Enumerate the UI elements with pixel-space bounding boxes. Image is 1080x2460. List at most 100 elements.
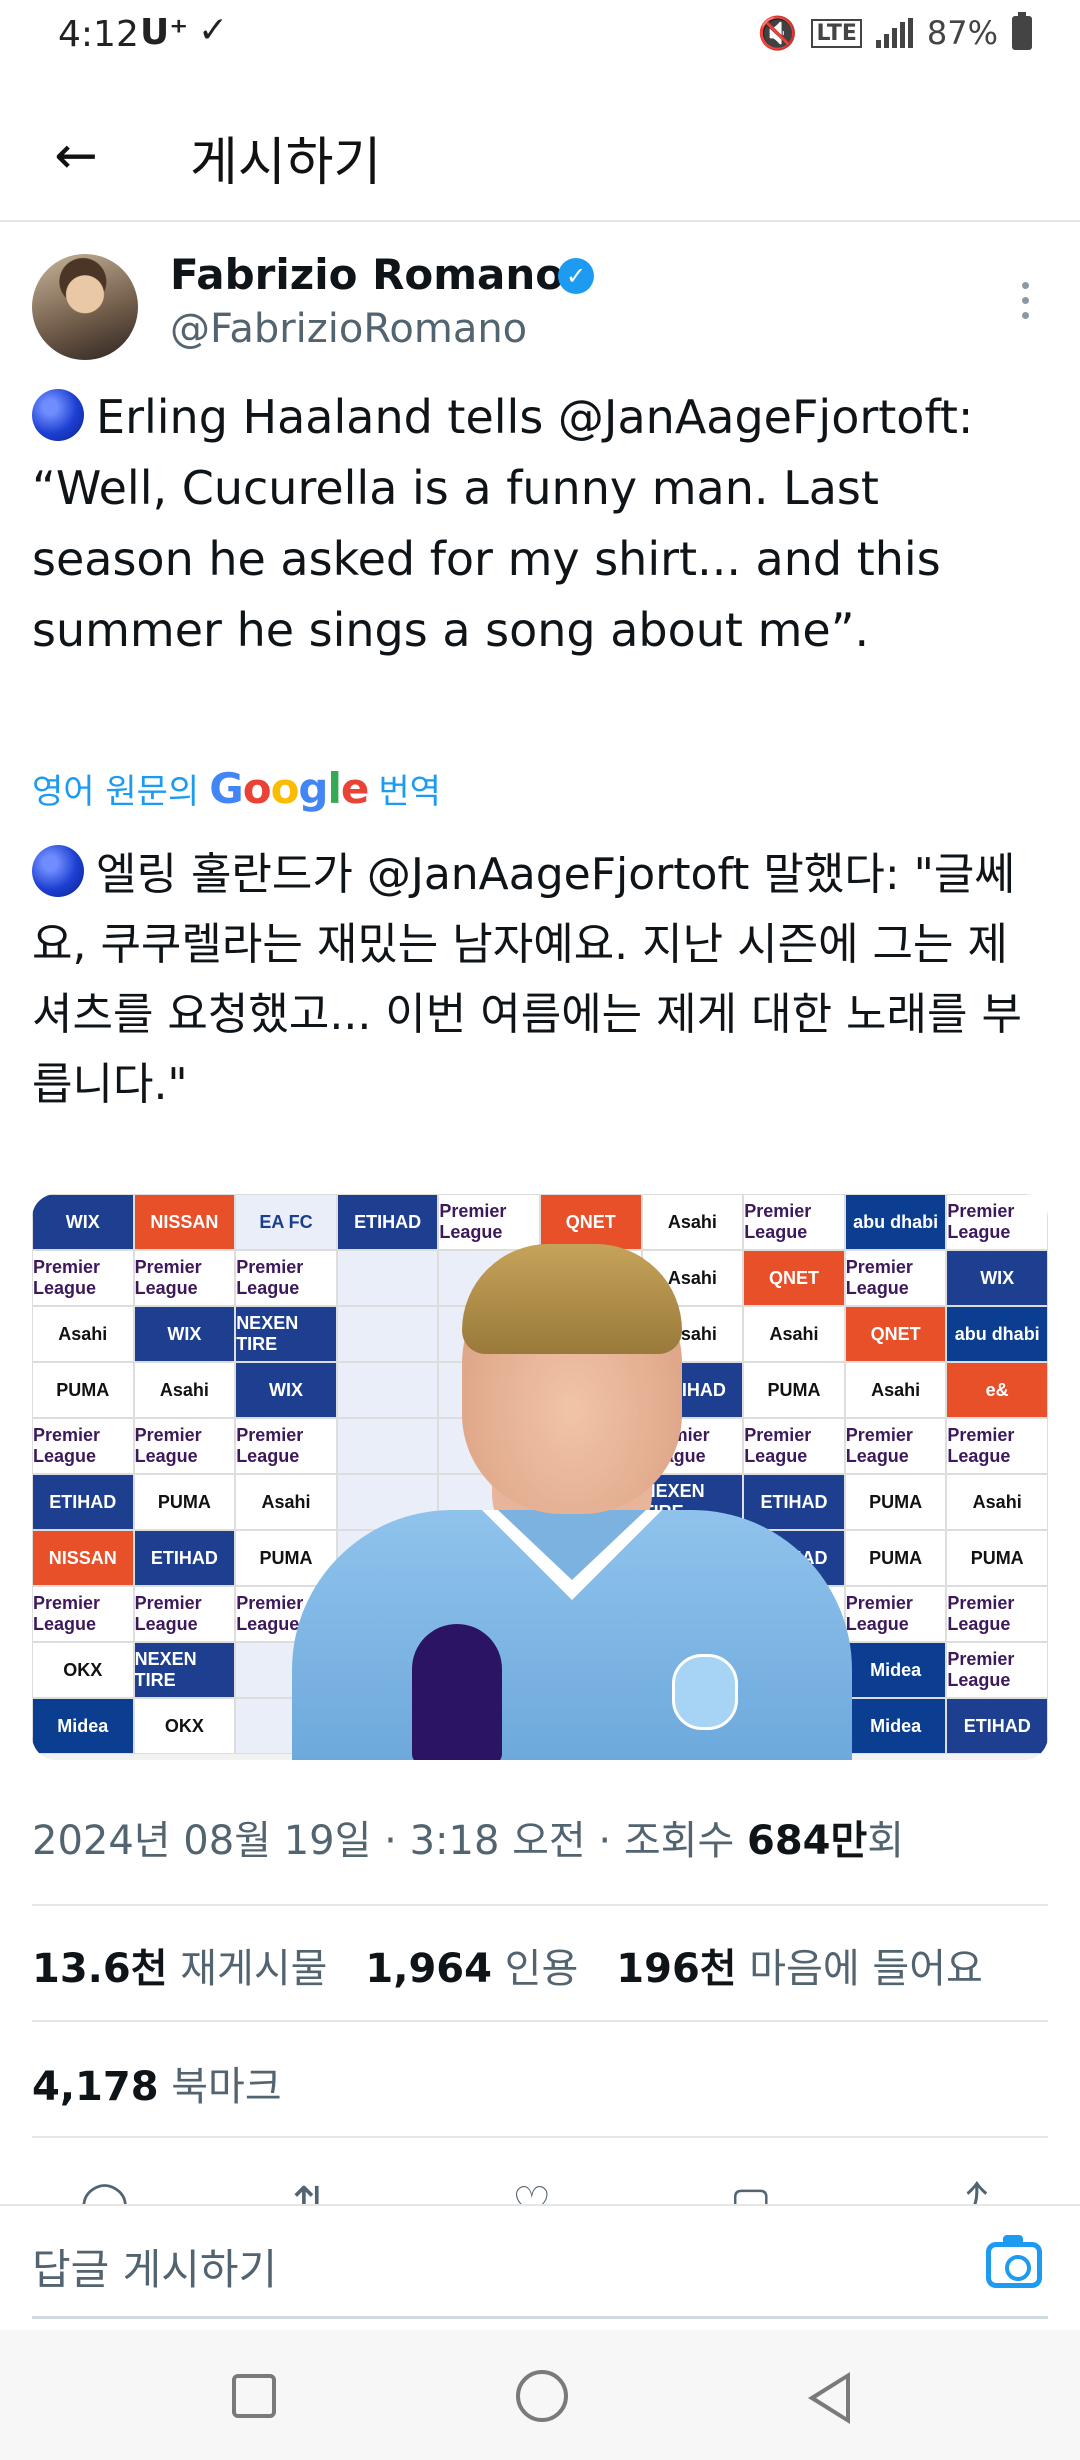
- sponsor-board-tile: Premier League: [32, 1586, 134, 1642]
- sponsor-board-tile: Premier League: [946, 1642, 1048, 1698]
- camera-icon[interactable]: [986, 2235, 1042, 2288]
- sponsor-board-tile: OKX: [32, 1642, 134, 1698]
- arrow-left-icon: ←: [54, 126, 98, 186]
- sponsor-board-tile: OKX: [133, 1698, 236, 1754]
- nav-back-button[interactable]: [808, 2372, 850, 2424]
- tweet-meta: 2024년 08월 19일 · 3:18 오전 · 조회수 684만회: [32, 1808, 904, 1866]
- engagement-stats: 13.6천 재게시물 1,964 인용 196천 마음에 들어요: [32, 1936, 983, 1994]
- view-suffix: 회: [867, 1818, 905, 1864]
- tweet-text-ko: 엘링 홀란드가 @JanAageFjortoft 말했다: "글쎄요, 쿠쿠렐라…: [32, 849, 1022, 1110]
- player-figure: [292, 1234, 852, 1760]
- divider: [32, 1904, 1048, 1906]
- check-icon: ✓: [198, 10, 229, 51]
- sponsor-board-tile: Premier League: [32, 1250, 134, 1306]
- sponsor-board-tile: Premier League: [946, 1418, 1048, 1474]
- sponsor-board-tile: PUMA: [133, 1474, 236, 1530]
- divider: [32, 2136, 1048, 2138]
- sponsor-board-tile: Asahi: [133, 1362, 236, 1418]
- recents-button[interactable]: [232, 2374, 276, 2418]
- back-button[interactable]: ←: [44, 124, 108, 188]
- battery-percent: 87%: [926, 14, 998, 52]
- sponsor-board-tile: Premier League: [946, 1194, 1048, 1250]
- sponsor-board-tile: PUMA: [844, 1530, 947, 1586]
- sponsor-board-tile: Premier League: [844, 1250, 947, 1306]
- reply-underline: [32, 2316, 1048, 2319]
- bookmarks-stat[interactable]: 4,178 북마크: [32, 2054, 282, 2112]
- translation-label[interactable]: 영어 원문의 Google 번역: [32, 764, 441, 813]
- divider: [32, 2020, 1048, 2022]
- tweet-text-original: Erling Haaland tells @JanAageFjortoft: “…: [32, 382, 1052, 666]
- system-nav-bar: [0, 2330, 1080, 2460]
- signal-icon: [875, 18, 913, 48]
- tweet-date: 2024년 08월 19일 · 3:18 오전 · 조회수: [32, 1818, 735, 1864]
- sponsor-board-tile: WIX: [133, 1306, 236, 1362]
- sponsor-board-tile: Premier League: [133, 1586, 236, 1642]
- sponsor-board-tile: Premier League: [32, 1418, 134, 1474]
- bookmarks-count: 4,178: [32, 2064, 159, 2110]
- sponsor-board-tile: QNET: [844, 1306, 947, 1362]
- reposts-stat[interactable]: 13.6천 재게시물: [32, 1936, 327, 1994]
- translate-suffix: 번역: [378, 772, 441, 812]
- sponsor-board-tile: Premier League: [844, 1418, 947, 1474]
- more-options-button[interactable]: [1010, 270, 1040, 330]
- home-button[interactable]: [516, 2370, 568, 2422]
- status-time: 4:12: [58, 14, 139, 55]
- sponsor-board-tile: ETIHAD: [32, 1474, 134, 1530]
- microphone: [412, 1624, 502, 1760]
- author-name[interactable]: Fabrizio Romano: [170, 250, 564, 299]
- sponsor-board-tile: e&: [946, 1362, 1048, 1418]
- sponsor-board-tile: Premier League: [133, 1418, 236, 1474]
- sponsor-board-tile: PUMA: [844, 1474, 947, 1530]
- top-bar: ← 게시하기: [0, 80, 1080, 222]
- sponsor-board-tile: Midea: [844, 1642, 947, 1698]
- sponsor-board-tile: abu dhabi: [844, 1194, 947, 1250]
- sponsor-board-tile: NISSAN: [133, 1194, 236, 1250]
- quotes-stat[interactable]: 1,964 인용: [365, 1936, 578, 1994]
- likes-stat[interactable]: 196천 마음에 들어요: [616, 1936, 983, 1994]
- reply-bar: 답글 게시하기: [0, 2204, 1080, 2326]
- blue-circle-emoji: [32, 389, 84, 441]
- tweet-text-en: Erling Haaland tells @JanAageFjortoft: “…: [32, 390, 974, 657]
- tweet-text-translated: 엘링 홀란드가 @JanAageFjortoft 말했다: "글쎄요, 쿠쿠렐라…: [32, 840, 1052, 1120]
- sponsor-board-tile: Asahi: [32, 1306, 134, 1362]
- author-handle[interactable]: @FabrizioRomano: [170, 306, 527, 352]
- sponsor-board-tile: WIX: [32, 1194, 134, 1250]
- carrier-label: U⁺: [140, 12, 189, 53]
- sponsor-board-tile: ETIHAD: [946, 1698, 1048, 1754]
- bookmarks-label: 북마크: [171, 2064, 282, 2110]
- sponsor-board-tile: Midea: [844, 1698, 947, 1754]
- sponsor-board-tile: Premier League: [844, 1586, 947, 1642]
- reply-input[interactable]: 답글 게시하기: [32, 2236, 277, 2297]
- mute-icon: 🔇: [757, 14, 798, 52]
- sponsor-board-tile: PUMA: [32, 1362, 134, 1418]
- battery-icon: [1012, 12, 1032, 50]
- club-crest: [672, 1654, 738, 1730]
- view-count: 684만: [746, 1818, 868, 1864]
- reposts-label: 재게시물: [180, 1946, 328, 1992]
- sponsor-board-tile: NEXEN TIRE: [133, 1642, 236, 1698]
- sponsor-board-tile: Midea: [32, 1698, 134, 1754]
- sponsor-board-tile: ETIHAD: [133, 1530, 236, 1586]
- status-right: 🔇 LTE 87%: [757, 12, 1032, 52]
- verified-badge-icon: ✓: [558, 258, 594, 294]
- tweet-media-image[interactable]: WIX NISSAN EA FC ETIHAD Premier League QNET As…: [32, 1194, 1048, 1760]
- likes-label: 마음에 들어요: [749, 1946, 983, 1992]
- reposts-count: 13.6천: [32, 1946, 168, 1992]
- likes-count: 196천: [616, 1946, 737, 1992]
- translate-prefix: 영어 원문의: [32, 772, 200, 812]
- sponsor-board-tile: WIX: [946, 1250, 1048, 1306]
- sponsor-board-tile: NISSAN: [32, 1530, 134, 1586]
- network-label: LTE: [811, 18, 862, 48]
- page-title: 게시하기: [190, 133, 382, 193]
- sponsor-board-tile: Premier League: [133, 1250, 236, 1306]
- sponsor-board-tile: PUMA: [946, 1530, 1048, 1586]
- sponsor-board-tile: Premier League: [946, 1586, 1048, 1642]
- quotes-label: 인용: [504, 1946, 579, 1992]
- google-logo: Google: [209, 764, 369, 813]
- status-bar: 4:12 U⁺ ✓ 🔇 LTE 87%: [0, 0, 1080, 80]
- blue-circle-emoji: [32, 845, 84, 897]
- sponsor-board-tile: Asahi: [844, 1362, 947, 1418]
- sponsor-board-tile: Asahi: [946, 1474, 1048, 1530]
- sponsor-board-tile: abu dhabi: [946, 1306, 1048, 1362]
- avatar[interactable]: [32, 254, 138, 360]
